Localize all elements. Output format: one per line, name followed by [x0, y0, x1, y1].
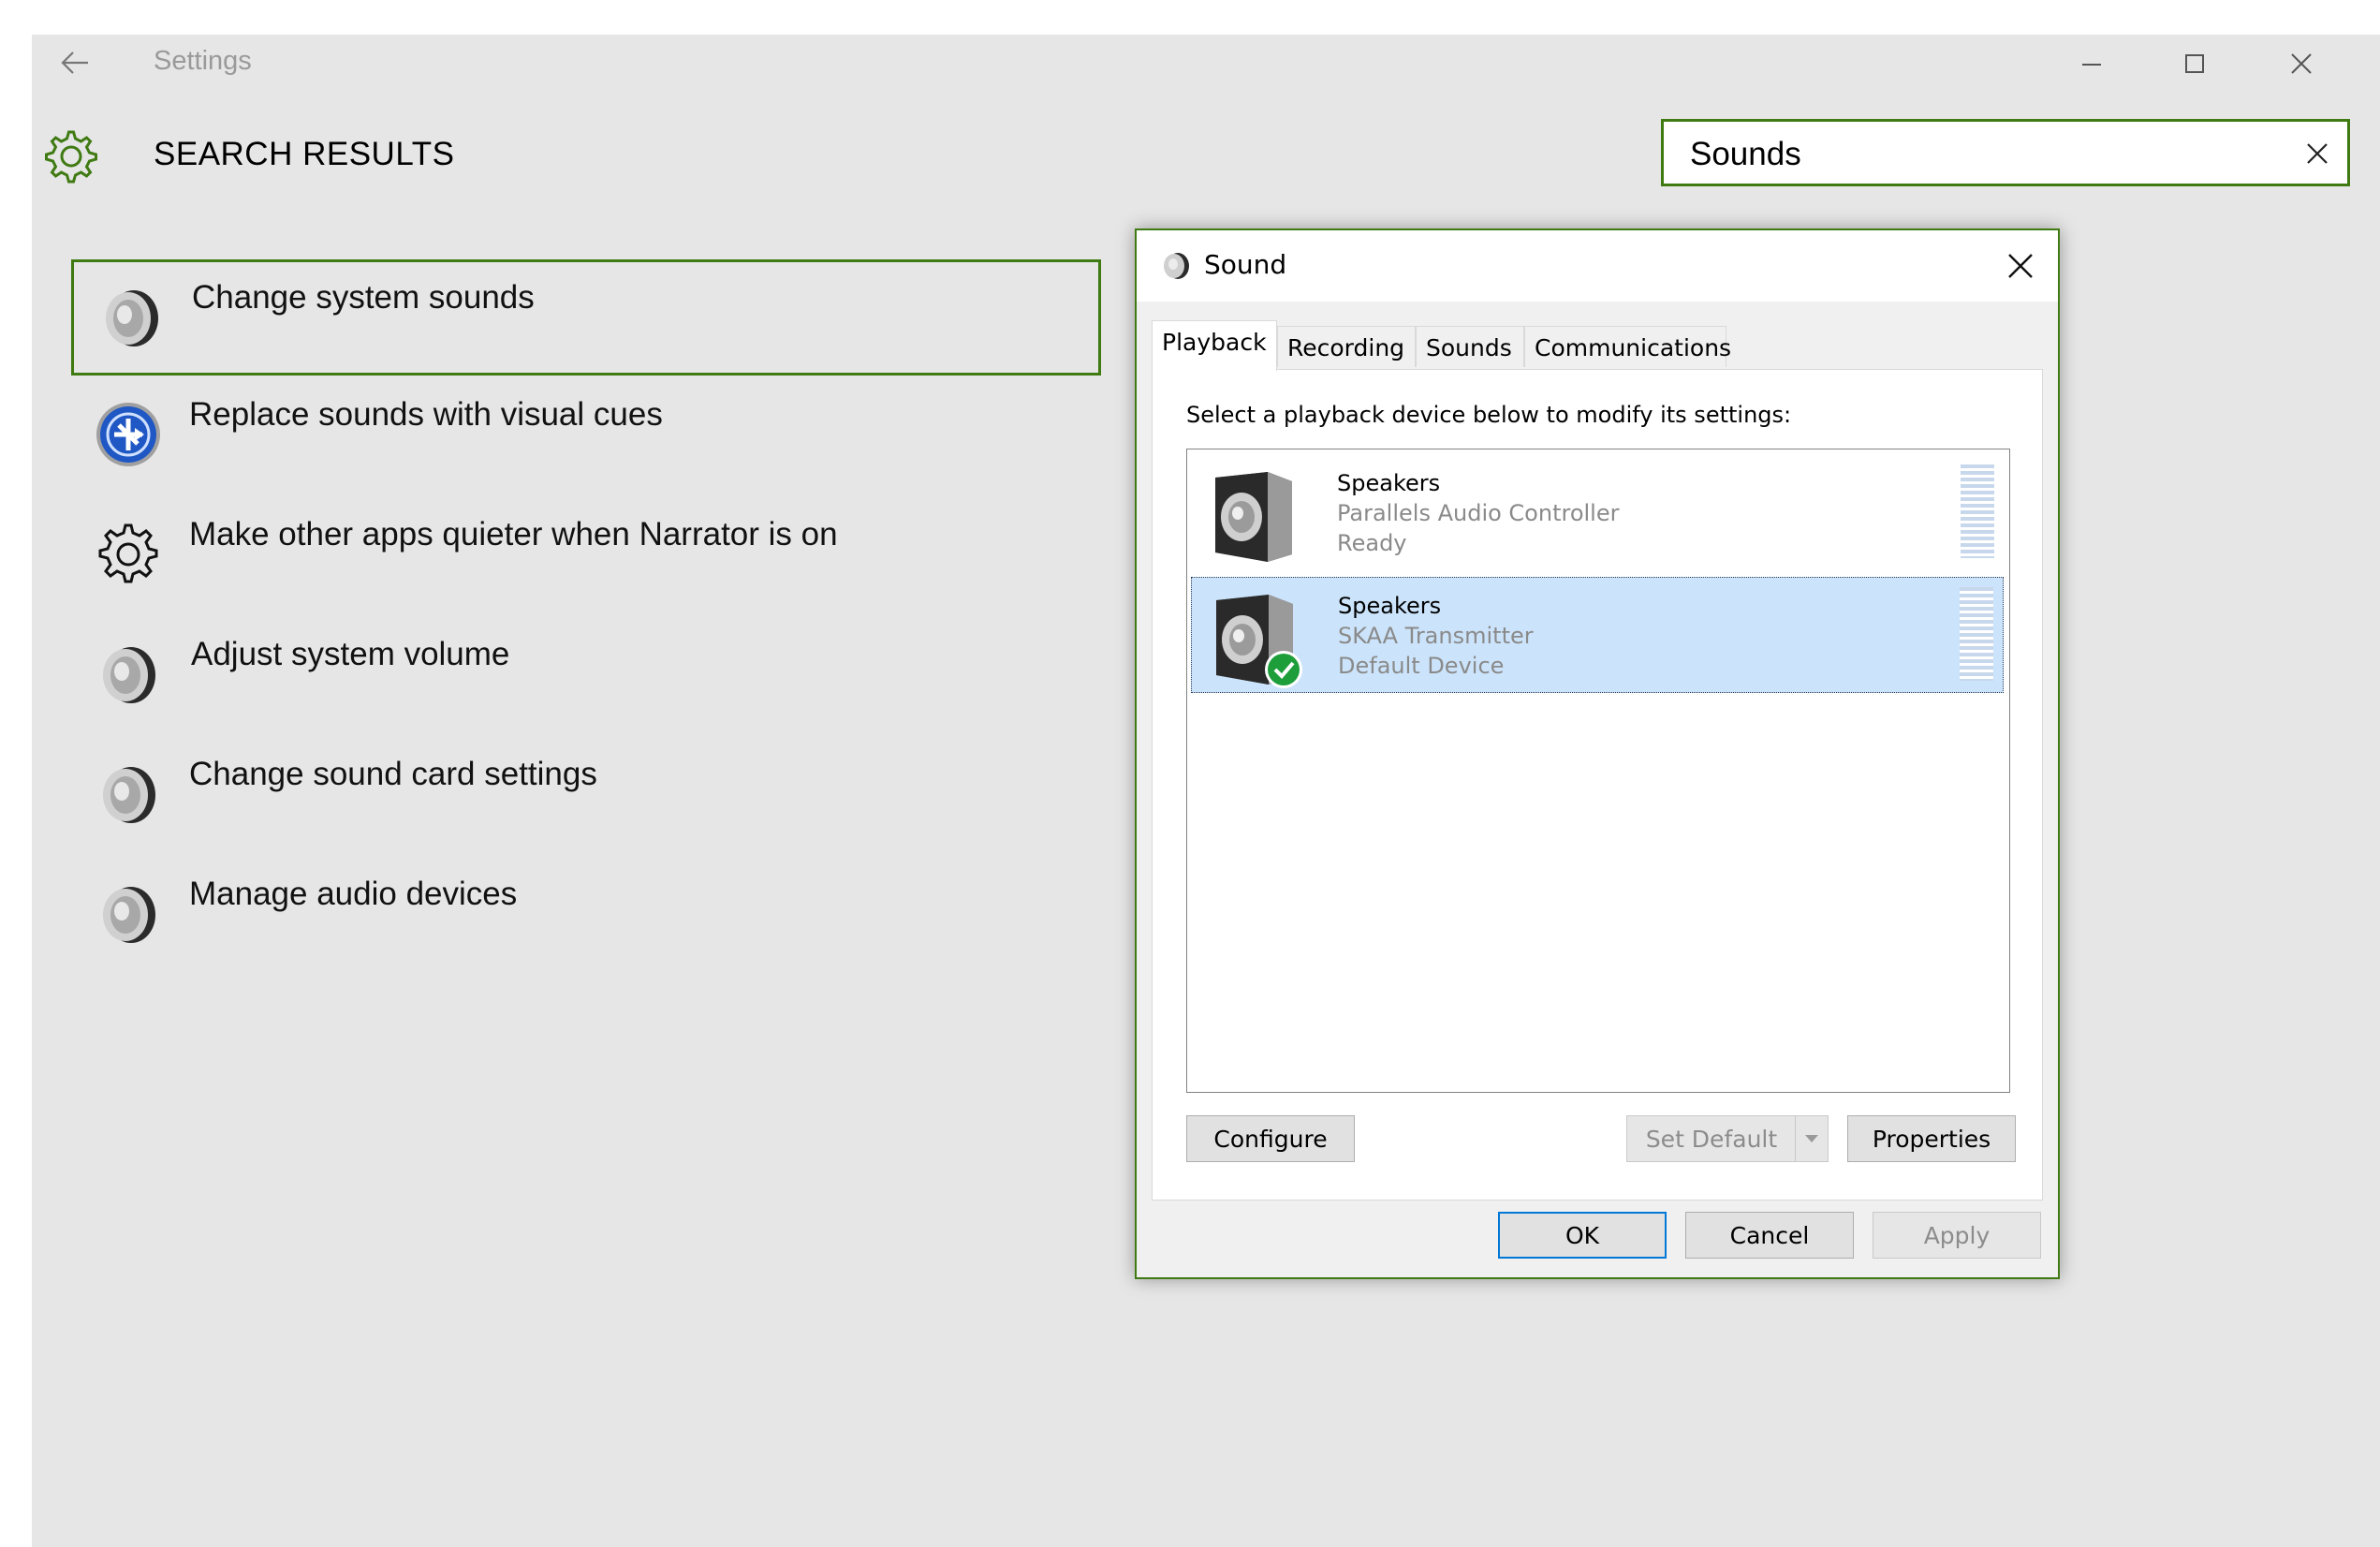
tab-recording[interactable]: Recording — [1277, 326, 1416, 367]
close-icon[interactable] — [2002, 247, 2039, 285]
clear-icon[interactable] — [2302, 139, 2332, 169]
configure-button[interactable]: Configure — [1186, 1115, 1355, 1162]
close-icon[interactable] — [2273, 42, 2329, 85]
result-label: Make other apps quieter when Narrator is… — [189, 516, 838, 552]
result-change-sound-card-settings[interactable]: Change sound card settings — [71, 739, 1101, 855]
result-change-system-sounds[interactable]: Change system sounds — [71, 259, 1101, 376]
minimize-icon[interactable] — [2064, 42, 2120, 85]
result-label: Adjust system volume — [191, 636, 510, 672]
ease-of-access-icon — [96, 403, 160, 466]
speaker-icon — [1164, 253, 1189, 279]
search-box[interactable] — [1661, 119, 2350, 186]
search-input[interactable] — [1688, 127, 2272, 182]
tab-playback[interactable]: Playback — [1152, 320, 1277, 371]
device-status: Default Device — [1338, 653, 1505, 679]
sound-dialog: Sound Playback Recording Sounds Communic… — [1135, 228, 2060, 1279]
page-title: SEARCH RESULTS — [154, 136, 455, 172]
tab-communications[interactable]: Communications — [1524, 326, 1731, 367]
playback-panel: Select a playback device below to modify… — [1152, 369, 2043, 1201]
window-title: Settings — [154, 46, 252, 76]
title-bar: Settings — [32, 35, 2380, 91]
result-adjust-system-volume[interactable]: Adjust system volume — [71, 619, 1101, 735]
cancel-button[interactable]: Cancel — [1685, 1212, 1854, 1259]
device-item-selected[interactable]: Speakers SKAA Transmitter Default Device — [1191, 577, 2004, 693]
result-label: Manage audio devices — [189, 876, 518, 912]
speaker-icon — [103, 887, 155, 943]
device-name: Speakers — [1337, 470, 1441, 496]
speaker-icon — [106, 290, 158, 346]
maximize-icon[interactable] — [2167, 42, 2223, 85]
ok-button[interactable]: OK — [1498, 1212, 1667, 1259]
set-default-button[interactable]: Set Default — [1626, 1115, 1829, 1162]
tab-sounds[interactable]: Sounds — [1416, 326, 1524, 367]
device-list[interactable]: Speakers Parallels Audio Controller Read… — [1186, 449, 2010, 1093]
device-status: Ready — [1337, 530, 1407, 556]
properties-button[interactable]: Properties — [1847, 1115, 2016, 1162]
dialog-title: Sound — [1204, 249, 1287, 280]
result-label: Change system sounds — [192, 279, 535, 316]
result-replace-sounds-visual-cues[interactable]: Replace sounds with visual cues — [71, 379, 1101, 495]
dropdown-arrow-icon[interactable] — [1795, 1116, 1828, 1161]
volume-level-meter — [1961, 464, 1994, 558]
speaker-icon — [103, 647, 155, 703]
gear-icon — [98, 523, 158, 583]
device-description: Parallels Audio Controller — [1337, 500, 1620, 526]
gear-icon — [45, 130, 97, 184]
dialog-title-bar: Sound — [1137, 230, 2058, 302]
result-label: Replace sounds with visual cues — [189, 396, 663, 433]
speaker-device-icon — [1215, 472, 1292, 562]
set-default-label: Set Default — [1645, 1125, 1778, 1153]
speaker-icon — [103, 767, 155, 823]
device-name: Speakers — [1338, 593, 1442, 619]
speaker-device-icon — [1216, 595, 1302, 688]
back-arrow-icon[interactable] — [56, 44, 94, 81]
volume-level-meter — [1960, 587, 1993, 681]
instruction-text: Select a playback device below to modify… — [1186, 402, 1792, 428]
apply-button[interactable]: Apply — [1873, 1212, 2041, 1259]
default-check-icon — [1265, 651, 1302, 688]
device-description: SKAA Transmitter — [1338, 623, 1534, 649]
result-manage-audio-devices[interactable]: Manage audio devices — [71, 859, 1101, 975]
result-label: Change sound card settings — [189, 756, 597, 792]
device-item[interactable]: Speakers Parallels Audio Controller Read… — [1191, 455, 2004, 571]
result-make-apps-quieter-narrator[interactable]: Make other apps quieter when Narrator is… — [71, 499, 1101, 615]
